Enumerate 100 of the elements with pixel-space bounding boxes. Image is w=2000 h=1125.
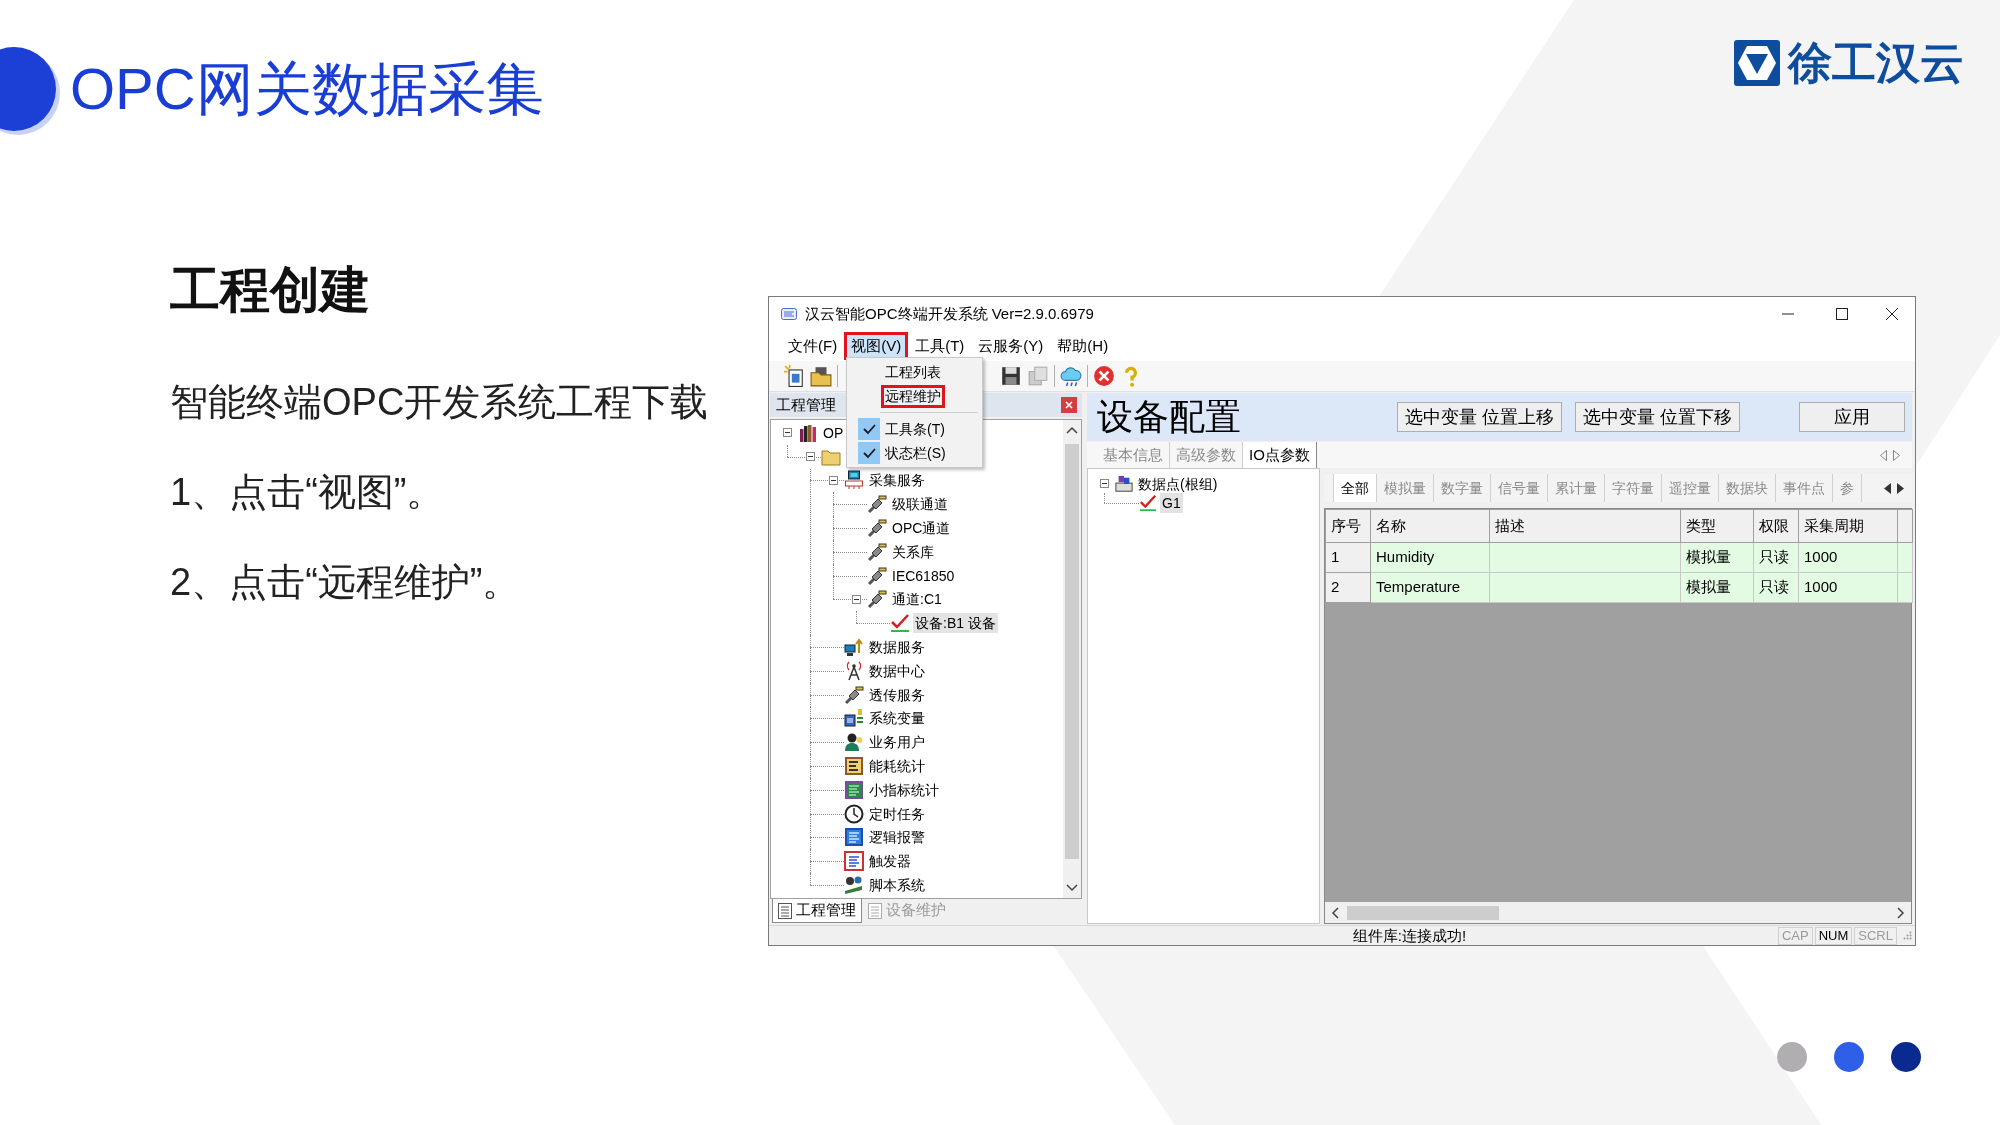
menu-item[interactable]: 远程维护: [884, 387, 942, 405]
tree-item[interactable]: OP: [821, 422, 846, 443]
clock-icon: [844, 803, 864, 824]
checkmark-icon: [890, 613, 910, 634]
cloud-icon[interactable]: [1060, 365, 1082, 387]
column-header[interactable]: 描述: [1489, 509, 1681, 543]
column-header[interactable]: 序号: [1325, 509, 1371, 543]
tree-item[interactable]: 关系库: [890, 541, 936, 562]
panel-title: 工程管理: [776, 394, 836, 415]
tree-item[interactable]: G1: [1160, 492, 1183, 513]
tree-item[interactable]: 逻辑报警: [867, 827, 927, 848]
chevron-down-icon[interactable]: [1066, 884, 1078, 892]
body-text: 1、点击“视图”。: [170, 470, 446, 515]
list-icon: [844, 779, 864, 800]
action-button[interactable]: 选中变量 位置上移: [1396, 402, 1562, 432]
plug-icon: [844, 684, 864, 705]
plug-icon: [867, 565, 887, 586]
column-header[interactable]: 名称: [1370, 509, 1490, 543]
triangle-right-icon[interactable]: [1897, 482, 1904, 494]
collapse-icon[interactable]: [851, 594, 861, 604]
collapse-icon[interactable]: [1099, 479, 1109, 488]
chevron-right-icon[interactable]: [1897, 906, 1905, 919]
logo-icon: [1734, 40, 1780, 86]
maximize-icon[interactable]: [1836, 308, 1848, 320]
resize-grip-icon[interactable]: [1903, 931, 1912, 940]
plug-icon: [867, 494, 887, 515]
panel-title: 设备配置: [1097, 395, 1241, 439]
bar-tile-icon: [844, 756, 864, 777]
scrollbar-thumb[interactable]: [1347, 905, 1499, 920]
menu-item[interactable]: 工程列表: [884, 363, 942, 381]
plug-icon: [867, 518, 887, 539]
collapse-icon[interactable]: [782, 428, 792, 438]
new-document-icon[interactable]: [783, 365, 805, 387]
tree-item[interactable]: 业务用户: [867, 732, 927, 753]
tab[interactable]: 全部: [1333, 474, 1377, 502]
app-icon: [781, 308, 797, 320]
menu-item[interactable]: 文件(F): [784, 335, 842, 357]
plug-icon: [867, 541, 887, 562]
action-button[interactable]: 应用: [1799, 402, 1905, 432]
tree-item[interactable]: 透传服务: [867, 684, 927, 705]
device-icon: [844, 708, 864, 729]
tree-item[interactable]: 数据中心: [867, 660, 927, 681]
checkmark-icon: [1139, 493, 1157, 512]
document-icon: [778, 902, 792, 919]
collapse-icon[interactable]: [805, 452, 815, 462]
close-icon[interactable]: [1886, 308, 1898, 320]
list-icon: [844, 851, 864, 872]
document-icon: [868, 902, 882, 919]
tree-item[interactable]: 能耗统计: [867, 756, 927, 777]
tree-item[interactable]: 通道:C1: [890, 589, 944, 610]
action-button[interactable]: 选中变量 位置下移: [1575, 402, 1740, 432]
status-indicator: CAP: [1777, 926, 1813, 945]
tree-item[interactable]: 采集服务: [867, 470, 927, 491]
x-circle-icon[interactable]: [1093, 365, 1115, 387]
tree-item[interactable]: 系统变量: [867, 708, 927, 729]
tree-item[interactable]: 数据点(根组): [1136, 473, 1220, 494]
row-header-cell: 1: [1325, 542, 1371, 573]
user-icon: [844, 732, 864, 753]
antenna-icon: [844, 660, 864, 681]
list-icon: [844, 827, 864, 848]
scrollbar-thumb[interactable]: [1065, 444, 1079, 859]
tree-item[interactable]: 脚本系统: [867, 875, 927, 896]
computer-arrow-icon: [844, 637, 864, 658]
status-message: 组件库:连接成功!: [1352, 926, 1467, 945]
folder-icon[interactable]: [810, 365, 832, 387]
computer-icon: [844, 470, 864, 491]
tree-item[interactable]: 定时任务: [867, 803, 927, 824]
triangle-left-icon[interactable]: [1884, 482, 1891, 494]
window-title: 汉云智能OPC终端开发系统 Ver=2.9.0.6979: [805, 303, 1095, 324]
status-indicator: SCRL: [1854, 926, 1897, 945]
menu-item[interactable]: 工具条(T): [884, 420, 946, 438]
menu-item[interactable]: 工具(T): [911, 335, 969, 357]
table-cell: Humidity: [1370, 542, 1490, 573]
chevron-up-icon[interactable]: [1066, 426, 1078, 434]
section-heading: 工程创建: [170, 261, 371, 320]
menu-item[interactable]: 帮助(H): [1053, 335, 1113, 357]
column-header[interactable]: 采集周期: [1798, 509, 1898, 543]
logo-text: 徐工汉云: [1788, 38, 1964, 88]
row-header-cell: 2: [1325, 572, 1371, 603]
menu-item[interactable]: 状态栏(S): [884, 444, 947, 462]
collapse-icon[interactable]: [828, 476, 838, 485]
tree-item[interactable]: 小指标统计: [867, 779, 941, 800]
tab[interactable]: IO点参数: [1243, 442, 1317, 468]
tab[interactable]: 工程管理: [772, 899, 862, 923]
table-cell: 1000: [1798, 572, 1898, 603]
body-text: 2、点击“远程维护”。: [170, 560, 522, 605]
slide-title: OPC网关数据采集: [70, 55, 544, 123]
chevron-left-icon[interactable]: [1331, 906, 1339, 919]
menu-item[interactable]: 云服务(Y): [974, 335, 1048, 357]
tree-item[interactable]: 设备:B1 设备: [913, 613, 998, 634]
tree-item[interactable]: 触发器: [867, 851, 913, 872]
books-icon: [798, 422, 818, 443]
tree-item[interactable]: 级联通道: [890, 494, 950, 515]
tree-item[interactable]: OPC通道: [890, 518, 953, 539]
menu-item[interactable]: 视图(V): [847, 335, 906, 357]
tree-item[interactable]: IEC61850: [890, 565, 957, 586]
column-header[interactable]: 权限: [1753, 509, 1799, 543]
tree-item[interactable]: 数据服务: [867, 637, 927, 658]
table-cell: 模拟量: [1680, 572, 1754, 603]
column-header[interactable]: 类型: [1680, 509, 1754, 543]
